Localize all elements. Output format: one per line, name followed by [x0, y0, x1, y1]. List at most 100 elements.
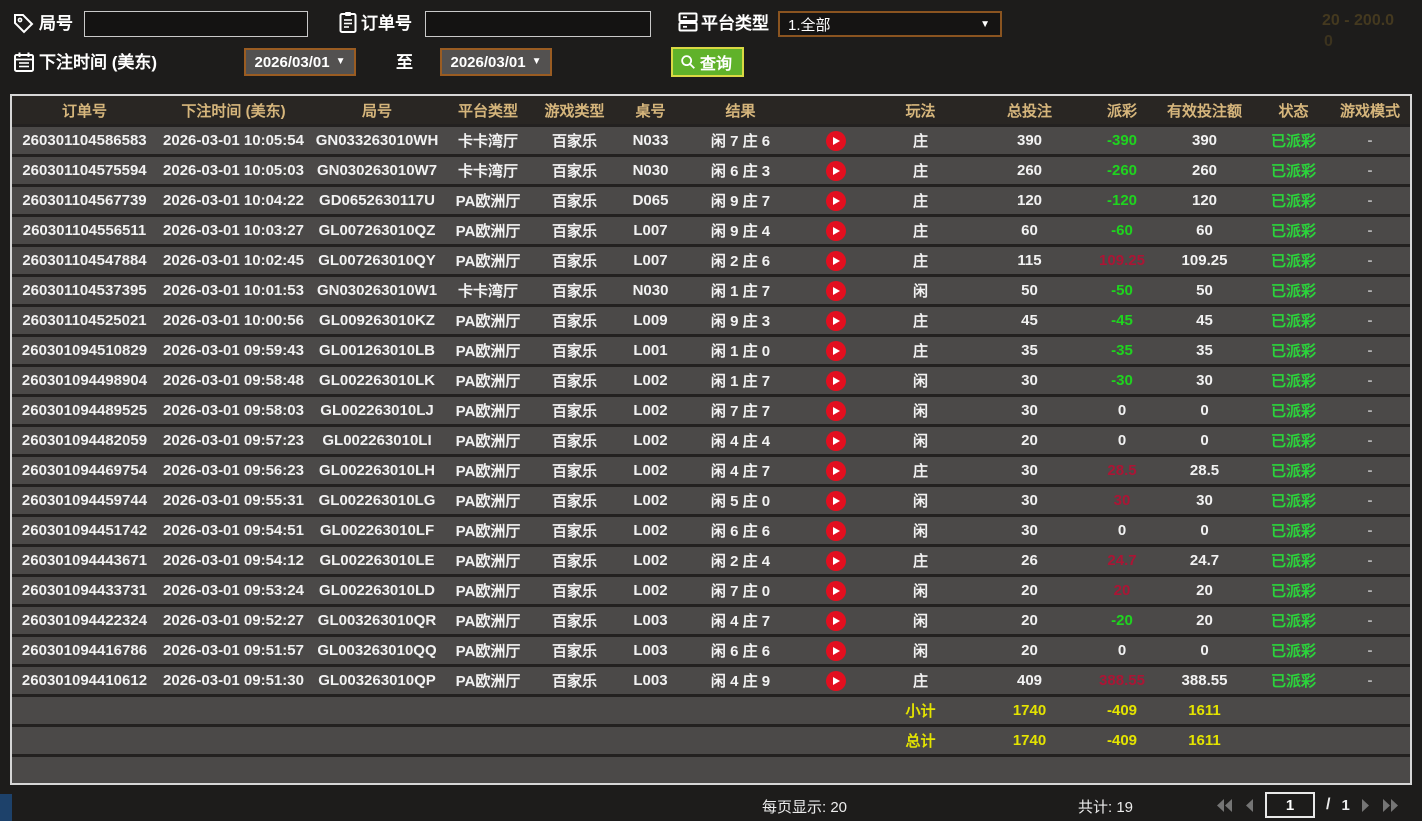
replay-button[interactable] [826, 251, 846, 271]
replay-button[interactable] [826, 161, 846, 181]
cell-bet_time: 2026-03-01 09:54:51 [157, 522, 310, 539]
cell-table_no: L007 [617, 252, 684, 269]
table-row: 2603011045755942026-03-01 10:05:03GN0302… [12, 157, 1410, 187]
replay-button[interactable] [826, 311, 846, 331]
date-to-value: 2026/03/01 [451, 54, 526, 71]
replay-button[interactable] [826, 641, 846, 661]
cell-status: 已派彩 [1257, 340, 1330, 361]
cell-replay [797, 161, 874, 181]
cell-platform: PA欧洲厅 [444, 190, 532, 211]
platform-type-select[interactable]: 1.全部 ▼ [778, 11, 1002, 37]
cell-bet_time: 2026-03-01 09:54:12 [157, 552, 310, 569]
cell-play_type: 庄 [874, 250, 967, 271]
replay-button[interactable] [826, 611, 846, 631]
col-header-bet_time: 下注时间 (美东) [157, 100, 310, 121]
cell-replay [797, 431, 874, 451]
cell-order_id: 260301104575594 [12, 162, 157, 179]
cell-platform: PA欧洲厅 [444, 670, 532, 691]
play-icon [833, 287, 840, 295]
cell-game_type: 百家乐 [532, 520, 617, 541]
replay-button[interactable] [826, 581, 846, 601]
platform-type-selected-value: 1.全部 [780, 14, 980, 35]
total-cell-valid_bet: 1611 [1152, 732, 1257, 749]
cell-valid_bet: 0 [1152, 402, 1257, 419]
replay-button[interactable] [826, 551, 846, 571]
cell-platform: PA欧洲厅 [444, 220, 532, 241]
first-page-button[interactable] [1216, 798, 1233, 813]
cell-replay [797, 641, 874, 661]
query-button[interactable]: 查询 [671, 47, 744, 77]
col-header-total_bet: 总投注 [967, 100, 1092, 121]
cell-mode: - [1330, 252, 1410, 269]
cell-result: 闲 4 庄 7 [684, 460, 797, 481]
page-number-input[interactable] [1265, 792, 1315, 818]
cell-platform: PA欧洲厅 [444, 430, 532, 451]
replay-button[interactable] [826, 401, 846, 421]
cell-replay [797, 131, 874, 151]
cell-game_type: 百家乐 [532, 580, 617, 601]
table-row: 2603010944517422026-03-01 09:54:51GL0022… [12, 517, 1410, 547]
cell-replay [797, 311, 874, 331]
cell-game_type: 百家乐 [532, 130, 617, 151]
date-to-picker[interactable]: 2026/03/01 ▼ [440, 48, 552, 76]
play-icon [833, 227, 840, 235]
cell-payout: -45 [1092, 312, 1152, 329]
cell-mode: - [1330, 342, 1410, 359]
play-icon [833, 587, 840, 595]
replay-button[interactable] [826, 521, 846, 541]
cell-play_type: 闲 [874, 370, 967, 391]
col-header-payout: 派彩 [1092, 100, 1152, 121]
previous-page-button[interactable] [1244, 798, 1254, 813]
cell-result: 闲 9 庄 4 [684, 220, 797, 241]
cell-result: 闲 6 庄 6 [684, 520, 797, 541]
cell-game_type: 百家乐 [532, 610, 617, 631]
cell-status: 已派彩 [1257, 430, 1330, 451]
cell-order_id: 260301094451742 [12, 522, 157, 539]
replay-button[interactable] [826, 371, 846, 391]
replay-button[interactable] [826, 461, 846, 481]
cell-bet_time: 2026-03-01 10:03:27 [157, 222, 310, 239]
replay-button[interactable] [826, 281, 846, 301]
cell-play_type: 闲 [874, 430, 967, 451]
calendar-icon [12, 50, 36, 74]
play-icon [833, 137, 840, 145]
cell-total_bet: 50 [967, 282, 1092, 299]
next-page-button[interactable] [1361, 798, 1371, 813]
cell-mode: - [1330, 462, 1410, 479]
chevron-down-icon: ▼ [980, 19, 1000, 30]
cell-order_id: 260301094482059 [12, 432, 157, 449]
replay-button[interactable] [826, 491, 846, 511]
replay-button[interactable] [826, 131, 846, 151]
cell-game_id: GL009263010KZ [310, 312, 444, 329]
cell-game_id: GL002263010LH [310, 462, 444, 479]
cell-table_no: D065 [617, 192, 684, 209]
cell-valid_bet: 260 [1152, 162, 1257, 179]
date-from-picker[interactable]: 2026/03/01 ▼ [244, 48, 356, 76]
replay-button[interactable] [826, 431, 846, 451]
cell-game_type: 百家乐 [532, 640, 617, 661]
cell-game_type: 百家乐 [532, 400, 617, 421]
cell-platform: PA欧洲厅 [444, 340, 532, 361]
replay-button[interactable] [826, 341, 846, 361]
cell-valid_bet: 50 [1152, 282, 1257, 299]
cell-order_id: 260301104547884 [12, 252, 157, 269]
last-page-button[interactable] [1382, 798, 1399, 813]
replay-button[interactable] [826, 221, 846, 241]
game-id-input[interactable] [84, 11, 308, 37]
cell-bet_time: 2026-03-01 09:59:43 [157, 342, 310, 359]
cell-bet_time: 2026-03-01 09:57:23 [157, 432, 310, 449]
cell-table_no: L007 [617, 222, 684, 239]
cell-payout: -60 [1092, 222, 1152, 239]
search-icon [679, 53, 697, 71]
cell-order_id: 260301094489525 [12, 402, 157, 419]
query-button-label: 查询 [700, 50, 732, 74]
cell-game_id: GN030263010W1 [310, 282, 444, 299]
cell-replay [797, 671, 874, 691]
cell-platform: PA欧洲厅 [444, 580, 532, 601]
order-id-input[interactable] [425, 11, 651, 37]
replay-button[interactable] [826, 191, 846, 211]
cell-replay [797, 281, 874, 301]
replay-button[interactable] [826, 671, 846, 691]
table-row: 2603010944597442026-03-01 09:55:31GL0022… [12, 487, 1410, 517]
play-icon [833, 647, 840, 655]
